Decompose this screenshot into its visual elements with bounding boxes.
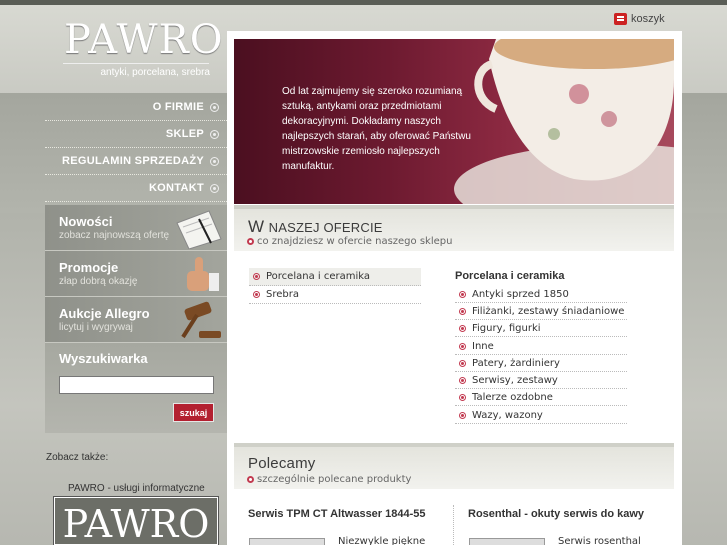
promo-aukcje[interactable]: Aukcje Allegro licytuj i wygrywaj — [45, 297, 227, 343]
product-thumbnail[interactable] — [469, 538, 545, 545]
bullet-icon — [459, 342, 466, 350]
nav-item-regulamin[interactable]: Regulamin sprzedaży — [45, 148, 227, 175]
subcategory-item[interactable]: Antyki sprzed 1850 — [455, 286, 627, 304]
search-input[interactable] — [59, 376, 214, 394]
tagline: antyki, porcelana, srebra — [100, 67, 210, 78]
recommended-subtitle-row: szczególnie polecane produkty — [247, 474, 411, 485]
notepad-pen-icon — [176, 210, 222, 249]
product-desc: Serwis rosenthal — [558, 536, 641, 545]
bullet-icon — [459, 393, 466, 401]
recommended-title: Polecamy — [248, 455, 315, 472]
see-also-label: Zobacz także: — [46, 452, 109, 463]
search-button[interactable]: szukaj — [173, 403, 214, 422]
subcategory-label: Filiżanki, zestawy śniadaniowe — [472, 305, 625, 317]
category-label: Srebra — [266, 289, 299, 300]
promo-promocje[interactable]: Promocje złap dobrą okazję — [45, 251, 227, 297]
product-divider — [453, 505, 454, 545]
product-title[interactable]: Rosenthal - okuty serwis do kawy — [468, 508, 644, 520]
subcategory-label: Figury, figurki — [472, 322, 541, 334]
circle-arrow-icon — [210, 102, 219, 112]
subcategory-item[interactable]: Wazy, wazony — [455, 407, 627, 425]
offer-header: W naszej ofercie co znajdziesz w ofercie… — [234, 205, 674, 251]
bullet-icon — [459, 359, 466, 367]
offer-title-initial: W — [248, 217, 265, 236]
promo-nowosci[interactable]: Nowości zobacz najnowszą ofertę — [45, 205, 227, 251]
recommended-subtitle: szczególnie polecane produkty — [257, 474, 412, 485]
bullet-icon — [459, 290, 466, 298]
subcategory-label: Wazy, wazony — [472, 409, 543, 421]
bullet-icon — [459, 324, 466, 332]
thumbs-up-icon — [187, 257, 219, 291]
subcategory-item[interactable]: Figury, figurki — [455, 320, 627, 338]
offer-title: W naszej ofercie — [248, 217, 383, 237]
bullet-icon — [247, 238, 254, 245]
subcategory-heading: Porcelana i ceramika — [455, 270, 565, 282]
recommended-title-text: Polecamy — [248, 455, 316, 472]
nav-item-label: O firmie — [152, 101, 204, 113]
bullet-icon — [247, 476, 254, 483]
cart-link[interactable]: koszyk — [614, 11, 665, 27]
subcategory-item[interactable]: Patery, żardiniery — [455, 355, 627, 373]
nav-item-kontakt[interactable]: Kontakt — [45, 175, 227, 202]
category-srebra[interactable]: Srebra — [249, 286, 421, 304]
subcategory-label: Antyki sprzed 1850 — [472, 288, 569, 300]
product-desc: Niezwykle piękne — [338, 536, 426, 545]
subcategory-item[interactable]: Serwisy, zestawy — [455, 372, 627, 390]
logo-divider — [63, 63, 209, 64]
subcategory-item[interactable]: Talerze ozdobne — [455, 389, 627, 407]
offer-title-rest: naszej ofercie — [268, 220, 383, 235]
bullet-icon — [253, 291, 260, 298]
subcategory-label: Talerze ozdobne — [472, 391, 553, 403]
hero-text: Od lat zajmujemy się szeroko rozumianą s… — [282, 86, 471, 172]
gavel-icon — [181, 301, 221, 339]
search-title: Wyszukiwarka — [59, 351, 148, 366]
top-bar — [0, 0, 727, 5]
search-panel: Wyszukiwarka szukaj — [45, 343, 227, 433]
subcategory-item[interactable]: Filiżanki, zestawy śniadaniowe — [455, 303, 627, 321]
category-label: Porcelana i ceramika — [266, 271, 370, 282]
circle-arrow-icon — [210, 129, 219, 139]
subcategory-label: Inne — [472, 340, 494, 352]
product-thumbnail[interactable] — [249, 538, 325, 545]
nav-item-label: Regulamin sprzedaży — [62, 155, 204, 167]
bullet-icon — [253, 273, 260, 280]
subcategory-label: Patery, żardiniery — [472, 357, 560, 369]
bullet-icon — [459, 411, 466, 419]
subcategory-label: Serwisy, zestawy — [472, 374, 558, 386]
offer-subtitle: co znajdziesz w ofercie naszego sklepu — [257, 236, 453, 247]
pawro-services-link[interactable]: PAWRO - usługi informatyczne — [68, 483, 205, 494]
nav-item-o-firmie[interactable]: O firmie — [45, 94, 227, 121]
circle-arrow-icon — [210, 156, 219, 166]
cart-icon — [614, 13, 627, 25]
bullet-icon — [459, 376, 466, 384]
main-nav: O firmie Sklep Regulamin sprzedaży Konta… — [45, 94, 227, 202]
nav-item-label: Sklep — [165, 128, 204, 140]
nav-item-label: Kontakt — [148, 182, 204, 194]
nav-item-sklep[interactable]: Sklep — [45, 121, 227, 148]
subcategory-item[interactable]: Inne — [455, 338, 627, 356]
recommended-header: Polecamy szczególnie polecane produkty — [234, 443, 674, 489]
cart-label: koszyk — [631, 13, 665, 25]
bullet-icon — [459, 307, 466, 315]
offer-subtitle-row: co znajdziesz w ofercie naszego sklepu — [247, 236, 452, 247]
product-title[interactable]: Serwis TPM CT Altwasser 1844-55 — [248, 508, 426, 520]
category-porcelana[interactable]: Porcelana i ceramika — [249, 268, 421, 286]
circle-arrow-icon — [210, 183, 219, 193]
pawro-banner[interactable]: PAWRO — [53, 496, 219, 545]
logo[interactable]: PAWRO — [64, 16, 223, 64]
